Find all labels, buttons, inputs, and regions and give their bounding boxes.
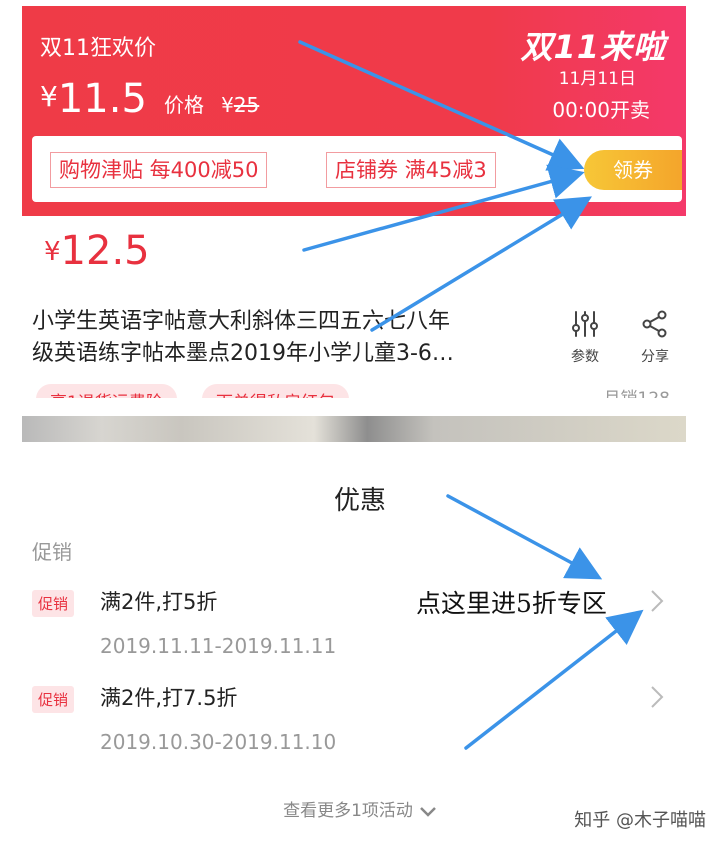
double11-logo: 双11来啦 (520, 28, 666, 66)
monthly-sales: 月销128 (604, 384, 670, 398)
promo-badge: 促销 (32, 590, 75, 617)
banner-currency: ¥ (40, 80, 58, 113)
promo-dates: 2019.11.11-2019.11.11 (100, 634, 337, 658)
claim-coupon-button[interactable]: 领券 (584, 150, 682, 190)
original-currency: ¥ (221, 93, 234, 117)
promo-text: 满2件,打5折 (100, 590, 218, 614)
product-price: ¥12.5 (44, 228, 150, 274)
product-price-value: 12.5 (60, 228, 150, 274)
promo-text: 满2件,打7.5折 (100, 686, 238, 710)
params-label: 参数 (571, 349, 599, 365)
product-currency: ¥ (44, 237, 61, 267)
shopping-allowance-coupon[interactable]: 购物津贴 每400减50 (50, 152, 268, 188)
banner-label: 双11狂欢价 (40, 36, 156, 61)
promo-banner: 双11狂欢价 ¥11.5 价格 ¥25 双11来啦 11月11日 00:00开卖… (22, 6, 686, 216)
promotion-section-label: 促销 (32, 540, 72, 564)
original-price-value: 25 (233, 93, 260, 117)
params-button[interactable]: 参数 (560, 310, 610, 366)
promo-dates: 2019.10.30-2019.11.10 (100, 730, 337, 754)
chevron-down-icon (420, 807, 436, 817)
sale-time: 00:00开卖 (552, 98, 650, 122)
share-label: 分享 (641, 349, 669, 365)
product-title-line-1: 小学生英语字帖意大利斜体三四五六七八年 (32, 309, 451, 334)
return-shipping-tag: 享1退货运费险 (36, 384, 177, 398)
share-icon (642, 310, 667, 338)
red-packet-tag: 下单得私房红包 (202, 384, 349, 398)
chevron-right-icon (651, 686, 664, 708)
promo-badge: 促销 (32, 686, 75, 713)
product-title: 小学生英语字帖意大利斜体三四五六七八年 级英语练字帖本墨点2019年小学儿童3-… (32, 306, 530, 370)
watermark: 知乎 @木子喵喵 (574, 810, 706, 831)
chevron-right-icon (651, 590, 664, 612)
product-image-strip[interactable] (22, 416, 686, 442)
promo-row-75-off[interactable]: 促销 满2件,打7.5折 2019.10.30-2019.11.10 (32, 682, 692, 762)
sale-date: 11月11日 (558, 69, 636, 89)
share-button[interactable]: 分享 (630, 310, 680, 366)
offers-title: 优惠 (333, 486, 386, 516)
product-title-line-2: 级英语练字帖本墨点2019年小学儿童3-6… (32, 341, 454, 366)
coupon-strip: 购物津贴 每400减50 店铺券 满45减3 领券 (32, 136, 682, 202)
banner-price-value: 11.5 (57, 76, 147, 122)
sliders-icon (572, 311, 598, 337)
more-activities-label: 查看更多1项活动 (283, 801, 413, 821)
store-coupon[interactable]: 店铺券 满45减3 (326, 152, 496, 188)
banner-price: ¥11.5 价格 ¥25 (40, 76, 259, 122)
annotation-text: 点这里进5折专区 (416, 589, 607, 618)
service-tag-row: 享1退货运费险 下单得私房红包 月销128 (22, 384, 686, 398)
original-price-label: 价格 (163, 93, 204, 117)
